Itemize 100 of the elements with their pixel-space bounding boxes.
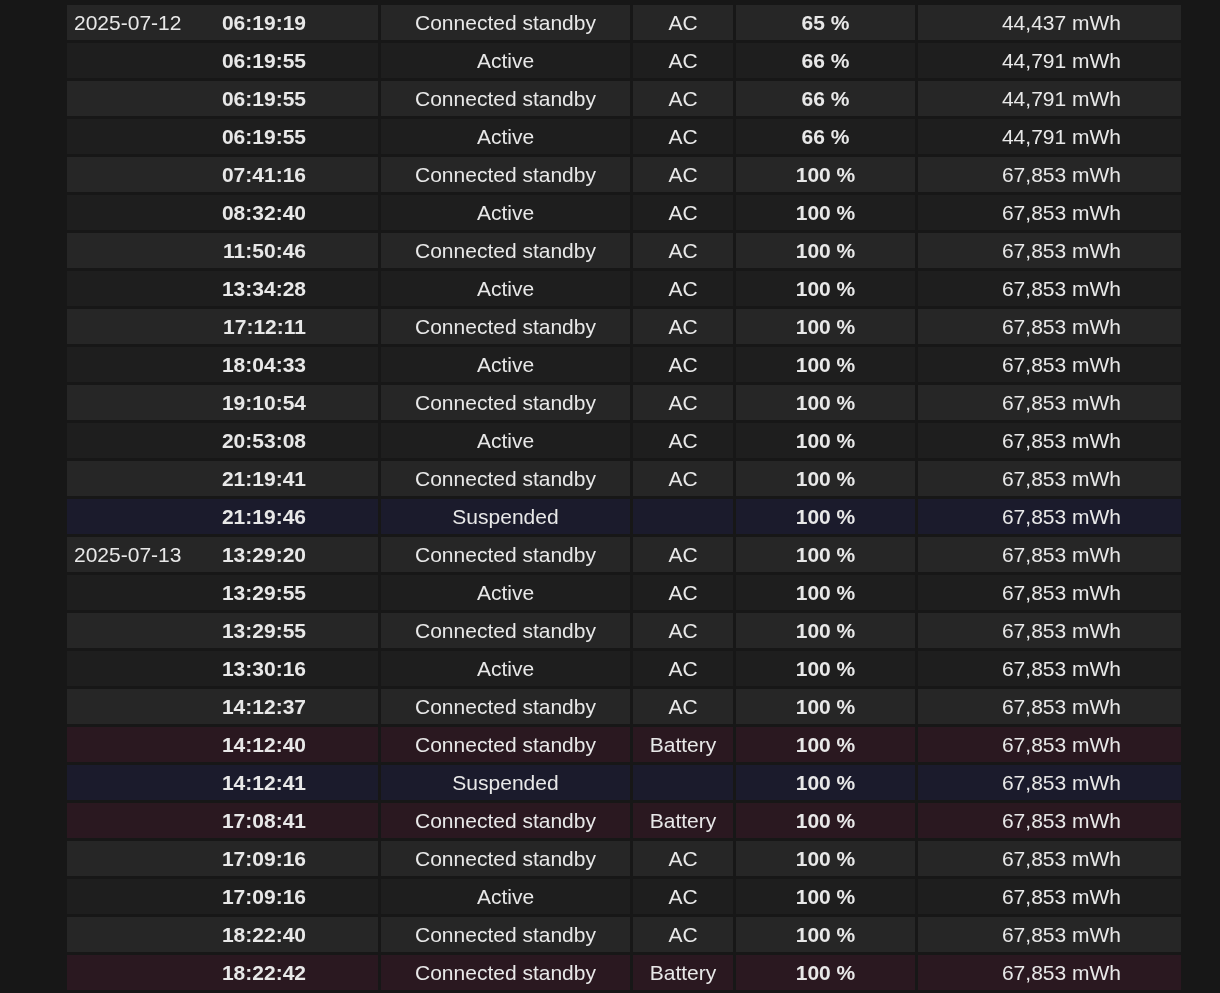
- table-cell: 100 %: [736, 613, 915, 648]
- table-cell: Active: [381, 195, 630, 230]
- table-cell: Connected standby: [381, 803, 630, 838]
- table-cell: 100 %: [736, 689, 915, 724]
- table-cell: Connected standby: [381, 613, 630, 648]
- table-cell: 100 %: [736, 347, 915, 382]
- time-text: 06:19:55: [221, 123, 306, 150]
- table-cell: AC: [633, 5, 733, 40]
- table-cell: Active: [381, 423, 630, 458]
- table-cell: 67,853 mWh: [918, 879, 1181, 914]
- table-cell: 67,853 mWh: [918, 195, 1181, 230]
- table-cell: 67,853 mWh: [918, 955, 1181, 990]
- date-text: 2025-07-13: [74, 541, 182, 568]
- table-cell: 67,853 mWh: [918, 157, 1181, 192]
- time-text: 08:32:40: [221, 199, 306, 226]
- table-cell: Connected standby: [381, 81, 630, 116]
- table-cell: Active: [381, 43, 630, 78]
- table-cell: 65 %: [736, 5, 915, 40]
- table-cell: 67,853 mWh: [918, 499, 1181, 534]
- table-cell: 67,853 mWh: [918, 461, 1181, 496]
- table-cell: 67,853 mWh: [918, 575, 1181, 610]
- table-cell: AC: [633, 385, 733, 420]
- table-cell: 100 %: [736, 499, 915, 534]
- table-cell: 100 %: [736, 879, 915, 914]
- time-text: 18:22:40: [221, 921, 306, 948]
- table-cell: Battery: [633, 955, 733, 990]
- time-text: 06:19:55: [221, 47, 306, 74]
- table-cell: Connected standby: [381, 309, 630, 344]
- table-cell: Active: [381, 651, 630, 686]
- time-text: 13:34:28: [221, 275, 306, 302]
- table-cell: 44,791 mWh: [918, 119, 1181, 154]
- time-text: 13:30:16: [221, 655, 306, 682]
- table-cell: AC: [633, 309, 733, 344]
- time-text: 18:04:33: [221, 351, 306, 378]
- table-cell: 44,791 mWh: [918, 43, 1181, 78]
- table-cell: AC: [633, 233, 733, 268]
- table-cell: 67,853 mWh: [918, 385, 1181, 420]
- time-text: 14:12:37: [221, 693, 306, 720]
- table-cell: 67,853 mWh: [918, 309, 1181, 344]
- table-cell: 100 %: [736, 727, 915, 762]
- table-cell: 67,853 mWh: [918, 803, 1181, 838]
- table-cell: Active: [381, 879, 630, 914]
- table-cell: 100 %: [736, 841, 915, 876]
- table-cell: 100 %: [736, 233, 915, 268]
- table-cell: 100 %: [736, 157, 915, 192]
- time-text: 21:19:46: [221, 503, 306, 530]
- date-text: 2025-07-12: [74, 9, 182, 36]
- table-cell: 66 %: [736, 81, 915, 116]
- table-cell: Connected standby: [381, 385, 630, 420]
- table-cell: 100 %: [736, 309, 915, 344]
- table-cell: Active: [381, 575, 630, 610]
- table-cell: AC: [633, 43, 733, 78]
- table-cell: 67,853 mWh: [918, 423, 1181, 458]
- time-text: 17:09:16: [221, 845, 306, 872]
- table-cell: 67,853 mWh: [918, 689, 1181, 724]
- time-text: 13:29:55: [221, 617, 306, 644]
- table-cell: AC: [633, 651, 733, 686]
- table-cell: Active: [381, 119, 630, 154]
- time-text: 13:29:55: [221, 579, 306, 606]
- table-cell: 67,853 mWh: [918, 651, 1181, 686]
- table-cell: AC: [633, 537, 733, 572]
- table-cell: 100 %: [736, 195, 915, 230]
- time-text: 14:12:40: [221, 731, 306, 758]
- time-text: 21:19:41: [221, 465, 306, 492]
- time-text: 14:12:41: [221, 769, 306, 796]
- time-text: 19:10:54: [221, 389, 306, 416]
- table-cell: Connected standby: [381, 157, 630, 192]
- time-text: 11:50:46: [223, 237, 306, 264]
- table-cell: Connected standby: [381, 537, 630, 572]
- table-cell: Connected standby: [381, 233, 630, 268]
- table-cell: Connected standby: [381, 727, 630, 762]
- time-text: 06:19:19: [221, 9, 306, 36]
- time-text: 13:29:20: [221, 541, 306, 568]
- table-cell: 100 %: [736, 423, 915, 458]
- table-cell: AC: [633, 879, 733, 914]
- table-cell: 44,791 mWh: [918, 81, 1181, 116]
- table-cell: Connected standby: [381, 461, 630, 496]
- table-cell: 67,853 mWh: [918, 347, 1181, 382]
- table-cell: AC: [633, 195, 733, 230]
- table-cell: AC: [633, 119, 733, 154]
- table-cell: 100 %: [736, 385, 915, 420]
- table-cell: Battery: [633, 803, 733, 838]
- table-cell: Connected standby: [381, 955, 630, 990]
- table-cell: Connected standby: [381, 5, 630, 40]
- table-cell: 100 %: [736, 917, 915, 952]
- table-cell: 67,853 mWh: [918, 727, 1181, 762]
- table-cell: Active: [381, 347, 630, 382]
- table-cell: Connected standby: [381, 841, 630, 876]
- table-cell: AC: [633, 81, 733, 116]
- table-cell: 100 %: [736, 803, 915, 838]
- time-text: 17:08:41: [221, 807, 306, 834]
- table-cell: AC: [633, 271, 733, 306]
- table-cell: 44,437 mWh: [918, 5, 1181, 40]
- time-text: 20:53:08: [221, 427, 306, 454]
- table-cell: Suspended: [381, 765, 630, 800]
- table-cell: AC: [633, 461, 733, 496]
- table-cell: AC: [633, 575, 733, 610]
- table-cell: 67,853 mWh: [918, 271, 1181, 306]
- table-cell: 67,853 mWh: [918, 537, 1181, 572]
- table-cell: Suspended: [381, 499, 630, 534]
